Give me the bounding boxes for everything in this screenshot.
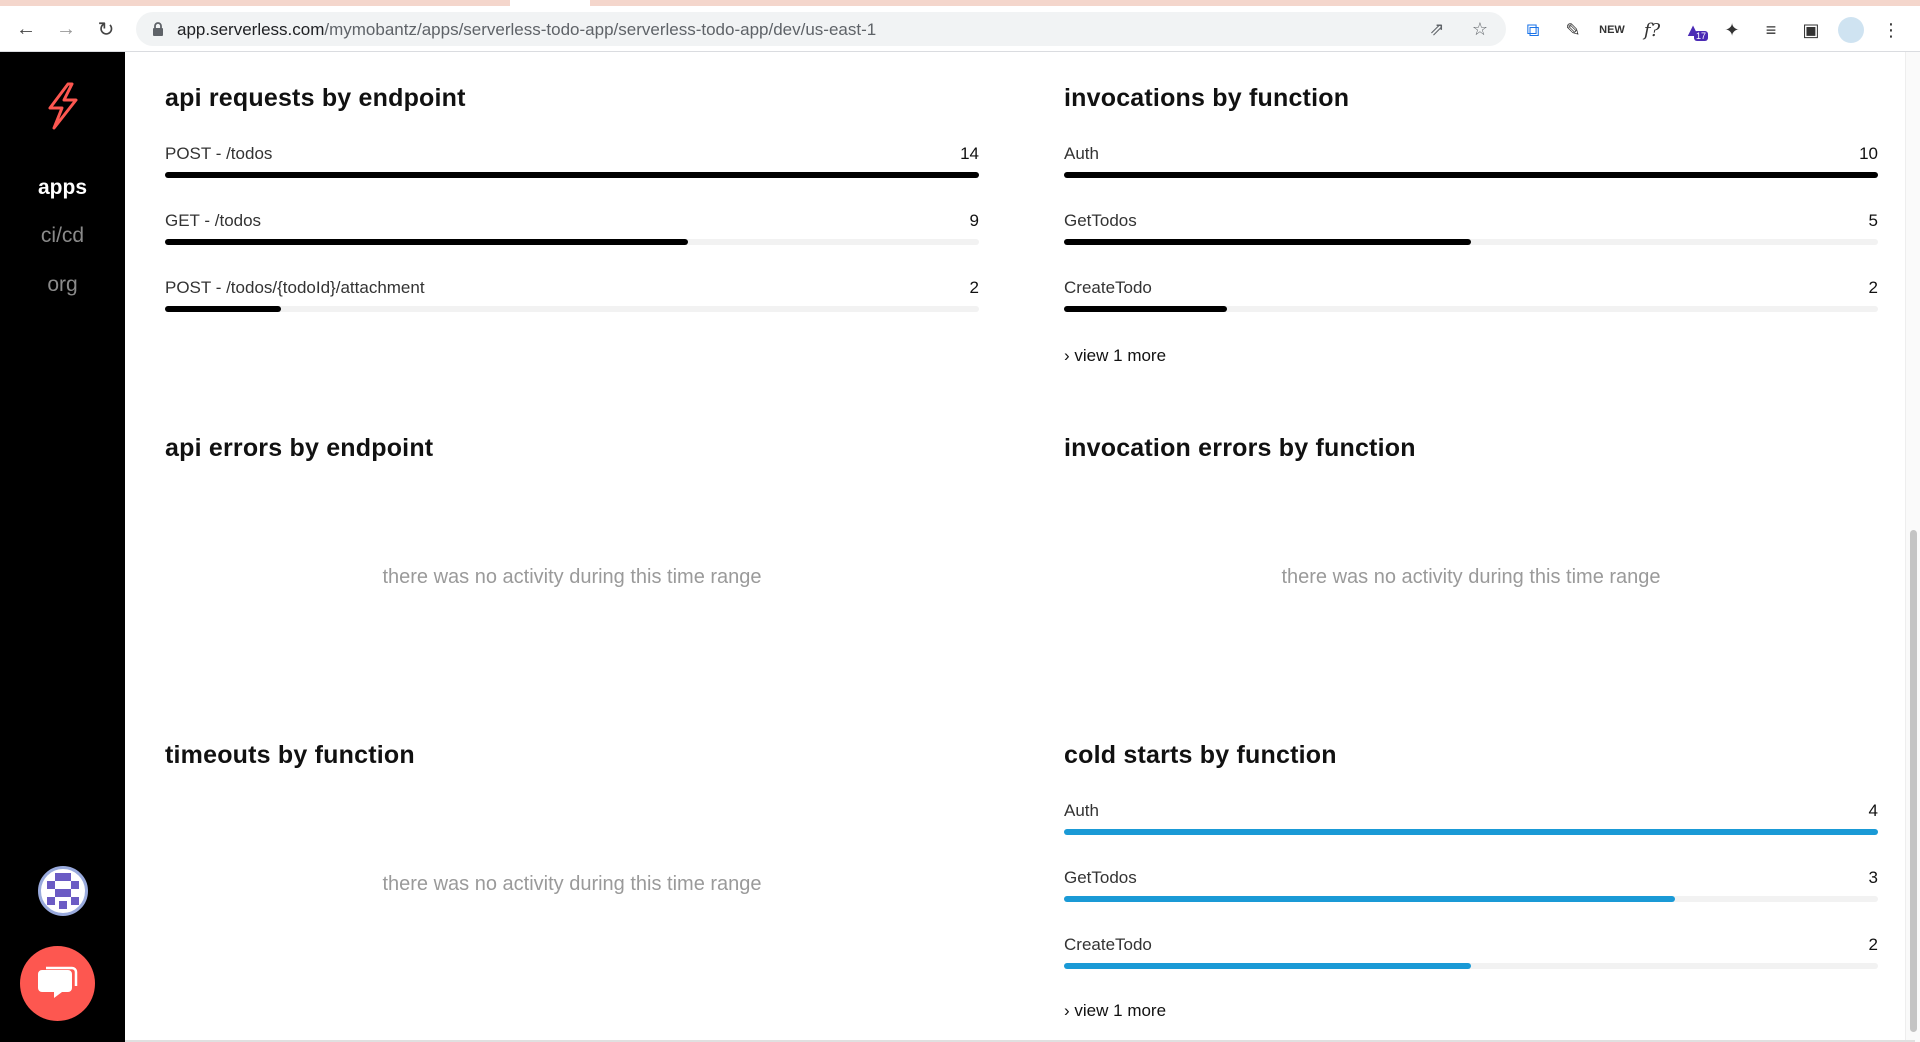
bar-track	[1064, 306, 1878, 312]
bar-fill	[165, 172, 979, 178]
eyedropper-extension-icon[interactable]: ✎	[1560, 17, 1586, 43]
bar-fill	[1064, 963, 1471, 969]
empty-state-text: there was no activity during this time r…	[1281, 566, 1661, 588]
serverless-logo-icon[interactable]	[42, 82, 82, 130]
address-bar[interactable]: app.serverless.com/mymobantz/apps/server…	[136, 12, 1506, 46]
panel-timeouts: timeouts by function there was no activi…	[165, 741, 979, 971]
bar-fill	[1064, 172, 1878, 178]
bar-value: 5	[1868, 211, 1878, 230]
extension-badge: 17	[1694, 31, 1709, 41]
panel-cold-starts: cold starts by function Auth 4 GetTodos …	[1064, 741, 1878, 1020]
identicon-icon	[47, 873, 79, 909]
new-extension-icon[interactable]: NEW	[1599, 17, 1625, 43]
media-queue-icon[interactable]: ≡	[1758, 17, 1784, 43]
reload-icon[interactable]: ↻	[92, 15, 120, 43]
bar-value: 14	[960, 144, 979, 163]
url-text: app.serverless.com/mymobantz/apps/server…	[177, 20, 877, 39]
bar-row[interactable]: GET - /todos 9	[165, 205, 979, 272]
bar-label: POST - /todos	[165, 144, 273, 163]
bar-value: 10	[1859, 144, 1878, 163]
bar-row[interactable]: POST - /todos 14	[165, 138, 979, 205]
view-more-label: view 1 more	[1074, 346, 1167, 365]
forward-icon[interactable]: →	[52, 15, 80, 43]
bar-fill	[1064, 829, 1878, 835]
panel-title: invocation errors by function	[1064, 434, 1416, 462]
share-icon[interactable]: ⇗	[1426, 18, 1448, 40]
translate-extension-icon[interactable]: ⧉	[1520, 17, 1546, 43]
chevron-right-icon: ›	[1064, 1001, 1070, 1020]
profile-avatar-icon[interactable]	[1838, 17, 1864, 43]
bar-track	[165, 306, 979, 312]
panel-api-requests: api requests by endpoint POST - /todos 1…	[165, 84, 979, 339]
sidebar-item-apps[interactable]: apps	[0, 176, 125, 200]
bar-value: 4	[1868, 801, 1878, 820]
back-icon[interactable]: ←	[12, 15, 40, 43]
bar-value: 2	[969, 278, 979, 297]
bar-label: CreateTodo	[1064, 278, 1152, 297]
bar-row[interactable]: CreateTodo 2	[1064, 272, 1878, 339]
dashboard-main: api requests by endpoint POST - /todos 1…	[125, 52, 1915, 1042]
bar-label: CreateTodo	[1064, 935, 1152, 954]
bar-fill	[165, 306, 282, 312]
bar-row[interactable]: CreateTodo 2	[1064, 929, 1878, 996]
bar-row[interactable]: Auth 4	[1064, 795, 1878, 862]
bar-track	[1064, 963, 1878, 969]
graduation-extension-icon[interactable]: ▲ 17	[1680, 17, 1709, 43]
panel-title: api requests by endpoint	[165, 84, 466, 112]
bar-row[interactable]: GetTodos 5	[1064, 205, 1878, 272]
chevron-right-icon: ›	[1064, 346, 1070, 365]
bar-label: POST - /todos/{todoId}/attachment	[165, 278, 425, 297]
bar-track	[165, 239, 979, 245]
bar-row[interactable]: Auth 10	[1064, 138, 1878, 205]
bar-value: 2	[1868, 278, 1878, 297]
browser-toolbar: ← → ↻ app.serverless.com/mymobantz/apps/…	[0, 6, 1920, 52]
bar-track	[1064, 172, 1878, 178]
bar-label: Auth	[1064, 144, 1099, 163]
empty-state-text: there was no activity during this time r…	[382, 566, 762, 588]
formula-extension-icon[interactable]: f?	[1639, 17, 1665, 43]
bar-row[interactable]: GetTodos 3	[1064, 862, 1878, 929]
bar-value: 9	[969, 211, 979, 230]
panel-invocation-errors: invocation errors by function there was …	[1064, 434, 1878, 664]
view-more-link[interactable]: › view 1 more	[1064, 1001, 1166, 1021]
panel-title: invocations by function	[1064, 84, 1350, 112]
sidebar-item-org[interactable]: org	[0, 273, 125, 297]
side-panel-icon[interactable]: ▣	[1798, 17, 1824, 43]
bar-label: GetTodos	[1064, 868, 1137, 887]
bar-row[interactable]: POST - /todos/{todoId}/attachment 2	[165, 272, 979, 339]
bar-label: Auth	[1064, 801, 1099, 820]
bar-track	[1064, 829, 1878, 835]
panel-title: cold starts by function	[1064, 741, 1337, 769]
bar-label: GET - /todos	[165, 211, 262, 230]
puzzle-extensions-icon[interactable]: ✦	[1719, 17, 1745, 43]
bar-fill	[1064, 239, 1471, 245]
chat-bubble-icon	[37, 966, 77, 998]
bar-value: 2	[1868, 935, 1878, 954]
sidebar-item-cicd[interactable]: ci/cd	[0, 224, 125, 248]
empty-state-text: there was no activity during this time r…	[382, 873, 762, 895]
panel-api-errors: api errors by endpoint there was no acti…	[165, 434, 979, 664]
lock-icon	[153, 22, 163, 36]
panel-invocations: invocations by function Auth 10 GetTodos…	[1064, 84, 1878, 365]
view-more-link[interactable]: › view 1 more	[1064, 346, 1166, 366]
page-scrollbar[interactable]	[1905, 52, 1920, 1042]
bar-label: GetTodos	[1064, 211, 1137, 230]
sidebar: apps ci/cd org	[0, 52, 125, 1042]
view-more-label: view 1 more	[1074, 1001, 1167, 1020]
chat-support-button[interactable]	[20, 946, 95, 1021]
bar-track	[1064, 896, 1878, 902]
panel-title: timeouts by function	[165, 741, 415, 769]
bar-track	[1064, 239, 1878, 245]
bar-fill	[165, 239, 689, 245]
bar-track	[165, 172, 979, 178]
bookmark-star-icon[interactable]: ☆	[1469, 18, 1491, 40]
panel-title: api errors by endpoint	[165, 434, 434, 462]
bar-fill	[1064, 306, 1227, 312]
bar-fill	[1064, 896, 1675, 902]
scrollbar-thumb[interactable]	[1910, 530, 1917, 1032]
menu-kebab-icon[interactable]: ⋮	[1878, 17, 1904, 43]
bar-value: 3	[1868, 868, 1878, 887]
user-avatar[interactable]	[38, 866, 88, 916]
